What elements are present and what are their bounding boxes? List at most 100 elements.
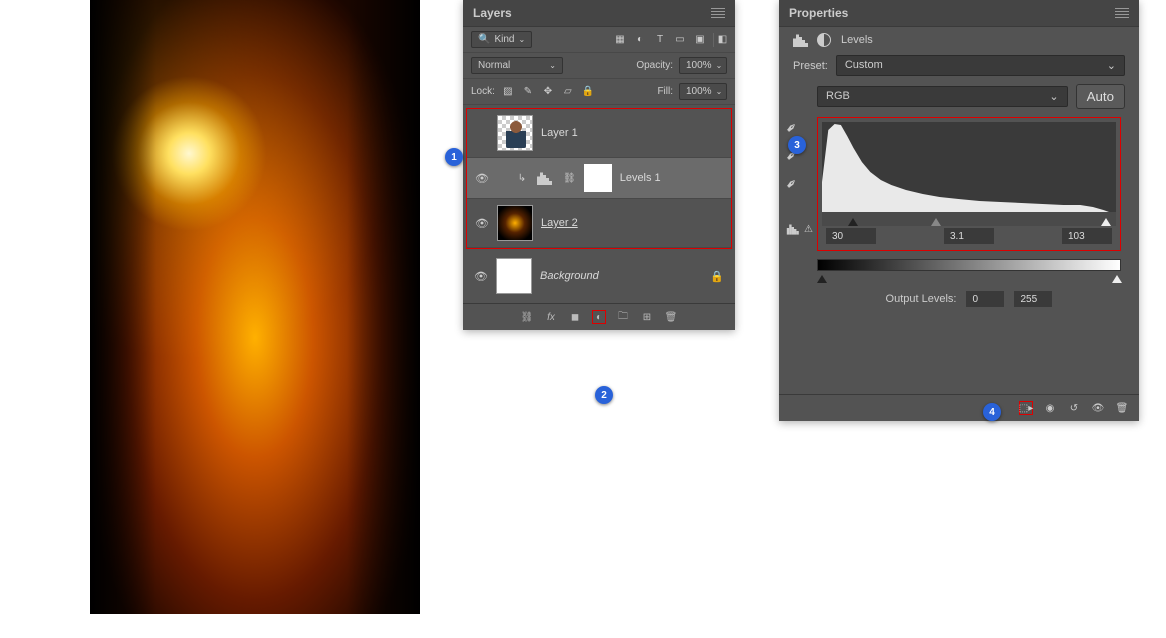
- adjustment-name: Levels: [841, 34, 873, 46]
- document-canvas[interactable]: [90, 0, 420, 614]
- output-low-input[interactable]: [966, 291, 1004, 307]
- preset-select[interactable]: Custom ⌄: [836, 55, 1125, 76]
- mask-link-icon[interactable]: ⛓: [563, 173, 576, 184]
- filter-type-icon[interactable]: T: [653, 33, 667, 47]
- filter-icons: ▦ ◐ T ▭ ▣ ◧: [613, 33, 727, 47]
- preset-value: Custom: [845, 59, 883, 72]
- layer-name[interactable]: Levels 1: [620, 172, 661, 184]
- clip-to-layer-icon[interactable]: ⬚▸: [1019, 401, 1033, 415]
- layer-name[interactable]: Layer 2: [541, 217, 578, 229]
- filter-smart-icon[interactable]: ▣: [693, 33, 707, 47]
- output-high-input[interactable]: [1014, 291, 1052, 307]
- visibility-toggle[interactable]: 👁: [475, 172, 489, 185]
- filter-kind-select[interactable]: 🔍 Kind ⌄: [471, 31, 532, 48]
- blend-mode-value: Normal: [478, 60, 510, 71]
- mask-mode-icon[interactable]: [817, 33, 831, 47]
- panel-menu-icon[interactable]: [711, 8, 725, 18]
- lock-brush-icon[interactable]: ✎: [521, 85, 535, 99]
- highlight-slider-handle[interactable]: [1101, 218, 1111, 226]
- lock-transparency-icon[interactable]: ▨: [501, 85, 515, 99]
- filter-pixel-icon[interactable]: ▦: [613, 33, 627, 47]
- layer-row-selected[interactable]: 👁 ↳ ⛓ Levels 1: [467, 158, 731, 199]
- view-previous-icon[interactable]: ◉: [1043, 401, 1057, 415]
- input-values-row: [822, 226, 1116, 246]
- midtone-slider-handle[interactable]: [931, 218, 941, 226]
- output-white-handle[interactable]: [1112, 275, 1122, 283]
- link-layers-icon[interactable]: ⛓: [520, 310, 534, 324]
- clip-warning-icon[interactable]: ⚠: [785, 222, 813, 236]
- chevron-down-icon: ⌄: [518, 35, 525, 44]
- filter-toggle-icon[interactable]: ◧: [713, 33, 727, 47]
- chevron-down-icon: ⌄: [1049, 90, 1058, 103]
- fill-value: 100%: [686, 86, 712, 97]
- output-slider-track[interactable]: [817, 269, 1121, 283]
- lock-icon[interactable]: 🔒: [710, 270, 724, 283]
- lock-artboard-icon[interactable]: ▱: [561, 85, 575, 99]
- delete-adjustment-icon[interactable]: 🗑: [1115, 401, 1129, 415]
- layer-filter-row: 🔍 Kind ⌄ ▦ ◐ T ▭ ▣ ◧: [463, 27, 735, 53]
- opacity-input[interactable]: 100% ⌄: [679, 57, 727, 74]
- opacity-label: Opacity:: [636, 60, 673, 71]
- chevron-down-icon: ⌄: [716, 87, 723, 96]
- shadow-input[interactable]: [826, 228, 876, 244]
- channel-row: RGB ⌄ Auto: [817, 84, 1125, 109]
- adjustment-icon-row: Levels: [793, 33, 1125, 47]
- black-point-eyedropper-icon[interactable]: ✒: [782, 115, 805, 138]
- search-icon: 🔍: [478, 34, 490, 45]
- preset-label: Preset:: [793, 60, 828, 72]
- levels-icon: [793, 33, 811, 47]
- layer-row-background[interactable]: 👁 Background 🔒: [466, 252, 732, 300]
- layer-name[interactable]: Layer 1: [541, 127, 578, 139]
- filter-adjustment-icon[interactable]: ◐: [633, 33, 647, 47]
- chevron-down-icon: ⌄: [1107, 59, 1116, 72]
- visibility-toggle[interactable]: 👁: [475, 217, 489, 230]
- properties-panel-title: Properties: [789, 6, 848, 20]
- filter-shape-icon[interactable]: ▭: [673, 33, 687, 47]
- layer-thumbnail[interactable]: [497, 115, 533, 151]
- layers-panel-header: Layers: [463, 0, 735, 27]
- panel-menu-icon[interactable]: [1115, 8, 1129, 18]
- opacity-value: 100%: [686, 60, 712, 71]
- shadow-slider-handle[interactable]: [848, 218, 858, 226]
- delete-layer-icon[interactable]: 🗑: [664, 310, 678, 324]
- blend-mode-select[interactable]: Normal ⌄: [471, 57, 563, 74]
- chevron-down-icon: ⌄: [716, 61, 723, 70]
- highlight-input[interactable]: [1062, 228, 1112, 244]
- channel-select[interactable]: RGB ⌄: [817, 86, 1068, 107]
- add-mask-icon[interactable]: ◼: [568, 310, 582, 324]
- levels-icon: [537, 171, 555, 185]
- callout-badge-1: 1: [445, 148, 463, 166]
- input-slider-track[interactable]: [822, 212, 1116, 226]
- blend-row: Normal ⌄ Opacity: 100% ⌄: [463, 53, 735, 79]
- auto-button[interactable]: Auto: [1076, 84, 1125, 109]
- layer-row[interactable]: 👁 Layer 2: [467, 199, 731, 248]
- layer-row[interactable]: Layer 1: [467, 109, 731, 158]
- fill-label: Fill:: [657, 86, 673, 97]
- channel-value: RGB: [826, 90, 850, 103]
- canvas-artwork: [90, 0, 420, 614]
- filter-kind-label: Kind: [494, 34, 514, 45]
- layer-name[interactable]: Background: [540, 270, 599, 282]
- clip-indicator-icon: ↳: [515, 171, 529, 185]
- new-adjustment-layer-icon[interactable]: ◐: [592, 310, 606, 324]
- layer-thumbnail[interactable]: [497, 205, 533, 241]
- toggle-visibility-icon[interactable]: 👁: [1091, 401, 1105, 415]
- visibility-toggle[interactable]: 👁: [474, 270, 488, 283]
- white-point-eyedropper-icon[interactable]: ✒: [782, 171, 805, 194]
- levels-histogram[interactable]: [822, 122, 1116, 214]
- midtone-input[interactable]: [944, 228, 994, 244]
- callout-badge-4: 4: [983, 403, 1001, 421]
- lock-all-icon[interactable]: 🔒: [581, 85, 595, 99]
- new-group-icon[interactable]: 🗀: [616, 310, 630, 324]
- properties-panel-footer: ⬚▸ ◉ ↺ 👁 🗑: [779, 394, 1139, 421]
- mask-thumbnail[interactable]: [584, 164, 612, 192]
- layers-panel: Layers 🔍 Kind ⌄ ▦ ◐ T ▭ ▣ ◧ Normal ⌄ Opa…: [463, 0, 735, 330]
- layer-fx-icon[interactable]: fx: [544, 310, 558, 324]
- lock-position-icon[interactable]: ✥: [541, 85, 555, 99]
- reset-icon[interactable]: ↺: [1067, 401, 1081, 415]
- output-black-handle[interactable]: [817, 275, 827, 283]
- fill-input[interactable]: 100% ⌄: [679, 83, 727, 100]
- layer-thumbnail[interactable]: [496, 258, 532, 294]
- layers-panel-title: Layers: [473, 6, 512, 20]
- new-layer-icon[interactable]: ⊞: [640, 310, 654, 324]
